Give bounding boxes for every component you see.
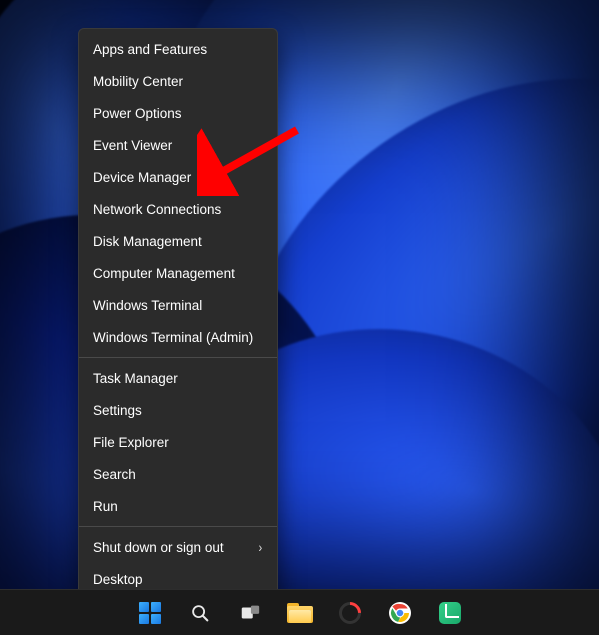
menu-mobility-center[interactable]: Mobility Center [79,65,277,97]
search-button[interactable] [180,593,220,633]
menu-apps-features[interactable]: Apps and Features [79,33,277,65]
taskbar [0,589,599,635]
menu-device-manager[interactable]: Device Manager [79,161,277,193]
menu-item-label: Run [93,499,118,514]
menu-settings[interactable]: Settings [79,394,277,426]
search-icon [189,602,211,624]
menu-item-label: Disk Management [93,234,202,249]
menu-power-options[interactable]: Power Options [79,97,277,129]
menu-windows-terminal-admin[interactable]: Windows Terminal (Admin) [79,321,277,353]
menu-disk-management[interactable]: Disk Management [79,225,277,257]
menu-item-label: Computer Management [93,266,235,281]
file-explorer-button[interactable] [280,593,320,633]
menu-item-label: Shut down or sign out [93,540,224,555]
menu-item-label: Desktop [93,572,143,587]
menu-item-label: Device Manager [93,170,191,185]
menu-task-manager[interactable]: Task Manager [79,362,277,394]
menu-item-label: Apps and Features [93,42,207,57]
chevron-right-icon: › [259,539,263,555]
menu-item-label: File Explorer [93,435,169,450]
task-view-icon [239,602,261,624]
menu-item-label: Windows Terminal [93,298,202,313]
menu-file-explorer[interactable]: File Explorer [79,426,277,458]
menu-item-label: Search [93,467,136,482]
menu-separator [79,526,277,527]
menu-shutdown-signout[interactable]: Shut down or sign out › [79,531,277,563]
menu-item-label: Mobility Center [93,74,183,89]
menu-item-label: Task Manager [93,371,178,386]
chrome-icon [388,601,412,625]
menu-event-viewer[interactable]: Event Viewer [79,129,277,161]
app-spinner-button[interactable] [330,593,370,633]
menu-computer-management[interactable]: Computer Management [79,257,277,289]
winx-context-menu[interactable]: Apps and Features Mobility Center Power Op… [78,28,278,600]
menu-item-label: Network Connections [93,202,221,217]
menu-item-label: Settings [93,403,142,418]
chrome-button[interactable] [380,593,420,633]
start-button[interactable] [130,593,170,633]
spinner-icon [334,597,365,628]
desktop-wallpaper: Apps and Features Mobility Center Power Op… [0,0,599,635]
start-icon [139,602,161,624]
file-explorer-icon [287,603,313,623]
green-app-button[interactable] [430,593,470,633]
menu-item-label: Event Viewer [93,138,172,153]
task-view-button[interactable] [230,593,270,633]
menu-windows-terminal[interactable]: Windows Terminal [79,289,277,321]
menu-run[interactable]: Run [79,490,277,522]
menu-separator [79,357,277,358]
menu-network-connections[interactable]: Network Connections [79,193,277,225]
menu-item-label: Power Options [93,106,182,121]
green-app-icon [439,602,461,624]
menu-search[interactable]: Search [79,458,277,490]
menu-item-label: Windows Terminal (Admin) [93,330,253,345]
